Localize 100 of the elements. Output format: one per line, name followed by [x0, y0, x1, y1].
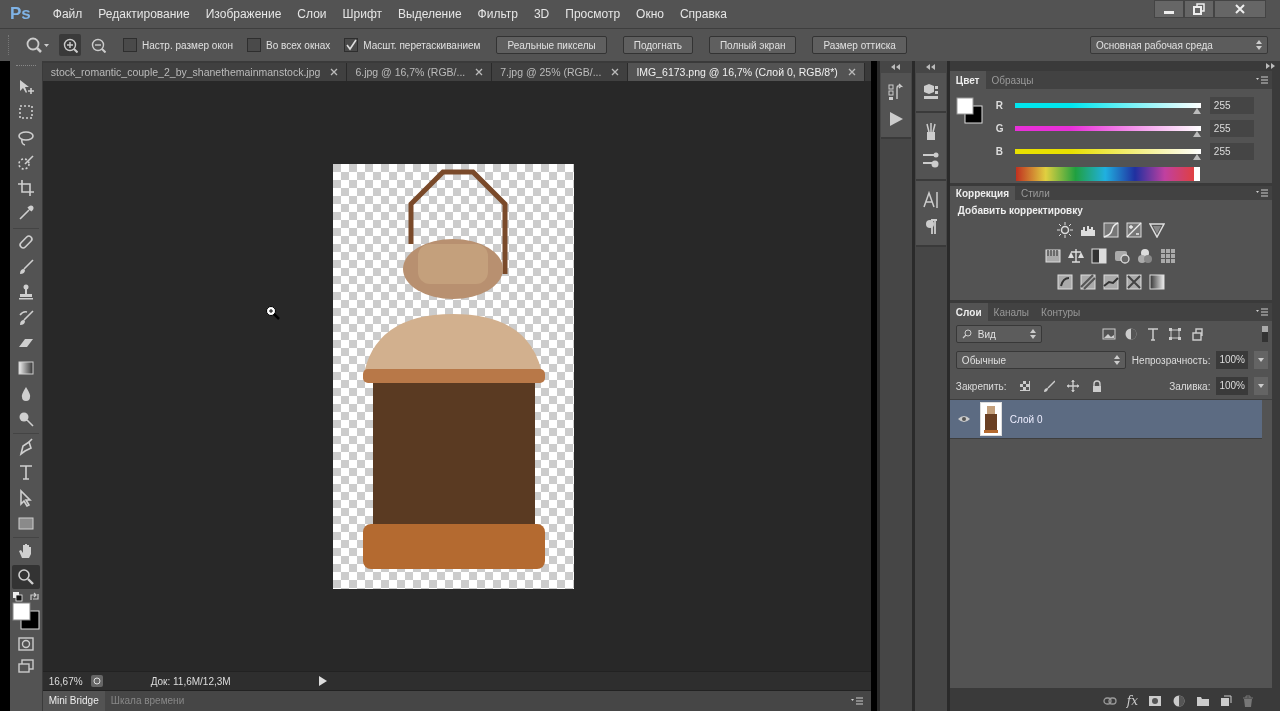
adjustment-circle-icon[interactable] [1172, 694, 1186, 708]
menu-item[interactable]: Шрифт [334, 7, 390, 21]
value-field[interactable]: 255 [1209, 120, 1254, 137]
half-square-icon[interactable] [1091, 248, 1108, 264]
sun-icon[interactable] [1056, 222, 1073, 238]
panel-tab[interactable]: Стили [1015, 186, 1056, 200]
lock-icon[interactable] [1090, 380, 1103, 392]
paragraph-icon[interactable] [924, 219, 938, 235]
blend-mode-dropdown[interactable]: Обычные [955, 351, 1126, 369]
play-icon[interactable] [888, 111, 905, 127]
slider-thumb[interactable] [1192, 154, 1201, 160]
menu-item[interactable]: Просмотр [557, 7, 629, 21]
value-field[interactable]: 255 [1209, 97, 1254, 114]
restore-button[interactable] [1184, 0, 1214, 18]
close-icon[interactable] [847, 68, 856, 76]
tool-button[interactable] [11, 564, 40, 589]
collapse-arrows-icon[interactable] [926, 64, 936, 70]
half-circle-icon[interactable] [1123, 327, 1138, 341]
layer-style-button[interactable]: fx [1126, 694, 1138, 708]
brush-icon[interactable] [1042, 380, 1055, 392]
three-circles-icon[interactable] [1137, 248, 1154, 264]
checkbox[interactable] [123, 38, 137, 52]
triangle-icon[interactable] [1148, 222, 1165, 238]
dropdown-button[interactable] [1254, 351, 1268, 369]
panel-tab[interactable]: Контуры [1035, 303, 1087, 321]
foreground-background-swatch-icon[interactable] [955, 97, 984, 125]
filter-dropdown[interactable]: Вид [955, 325, 1042, 343]
menu-item[interactable]: Изображение [197, 7, 290, 21]
image-filter-icon[interactable] [1101, 327, 1116, 341]
panel-menu-icon[interactable] [851, 697, 864, 705]
close-icon[interactable] [330, 68, 339, 76]
transform-icon[interactable] [1167, 327, 1182, 341]
panel-menu-icon[interactable] [1256, 308, 1268, 316]
layer-name[interactable]: Слой 0 [1009, 413, 1043, 425]
checkbox[interactable] [247, 38, 261, 52]
grid-icon[interactable] [1160, 248, 1177, 264]
menu-item[interactable]: Выделение [390, 7, 470, 21]
document-tab[interactable]: stock_romantic_couple_2_by_shanethemainmanstock.jpg [42, 63, 348, 81]
character-icon[interactable] [922, 191, 940, 209]
gradient-map-icon[interactable] [1148, 274, 1165, 290]
option-button[interactable]: Размер оттиска [812, 36, 907, 54]
folder-icon[interactable] [1196, 695, 1210, 707]
menu-item[interactable]: 3D [525, 7, 558, 21]
panel-tab[interactable]: Коррекция [949, 186, 1015, 200]
panel-menu-icon[interactable] [1256, 189, 1268, 197]
panel-tab[interactable]: Каналы [987, 303, 1036, 321]
checkbox[interactable] [344, 38, 359, 52]
layer-row[interactable]: Слой 0 [949, 400, 1262, 439]
fill-field[interactable]: 100% [1216, 377, 1248, 395]
menu-item[interactable]: Редактирование [90, 7, 198, 21]
mask-icon[interactable] [1148, 695, 1162, 707]
zoom-level[interactable]: 16,67% [48, 675, 83, 687]
move-arrows-icon[interactable] [1066, 380, 1079, 392]
option-button[interactable]: Реальные пикселы [496, 36, 607, 54]
close-icon[interactable] [475, 68, 484, 76]
zoom-icon[interactable] [25, 36, 49, 54]
close-button[interactable] [1214, 0, 1266, 18]
clone-source-icon[interactable] [922, 151, 940, 169]
menu-item[interactable]: Справка [671, 7, 736, 21]
expand-arrows-icon[interactable] [1266, 63, 1276, 69]
panel-tab[interactable]: Образцы [985, 71, 1040, 89]
minimize-button[interactable] [1154, 0, 1184, 18]
panel-tab[interactable]: Цвет [949, 71, 986, 89]
document-tab[interactable]: 7.jpg @ 25% (RGB/... [492, 63, 629, 81]
channel-label: B [995, 146, 1005, 157]
zoom-icon [16, 567, 35, 586]
document-tab[interactable]: 6.jpg @ 16,7% (RGB/... [347, 63, 493, 81]
eye-icon[interactable] [957, 415, 970, 423]
balance-scale-icon[interactable] [1068, 248, 1085, 264]
collapse-arrows-icon[interactable] [891, 64, 902, 70]
close-icon[interactable] [611, 68, 620, 76]
hue-bars-icon[interactable] [1045, 248, 1062, 264]
type-icon[interactable] [1145, 327, 1160, 341]
dropdown-button[interactable] [1254, 377, 1268, 395]
color-spectrum-bar[interactable] [1015, 167, 1200, 181]
menu-item[interactable]: Окно [628, 7, 672, 21]
link-icon[interactable] [1102, 696, 1117, 706]
zoom-in-button[interactable] [59, 34, 81, 56]
opacity-field[interactable]: 100% [1216, 351, 1248, 369]
document-tab[interactable]: IMG_6173.png @ 16,7% (Слой 0, RGB/8*) [628, 63, 865, 81]
screen-mode-icon[interactable] [16, 657, 35, 674]
panel-tab[interactable]: Mini Bridge [42, 691, 105, 711]
option-button[interactable]: Полный экран [708, 36, 797, 54]
value-field[interactable]: 255 [1209, 143, 1254, 160]
curve-square-icon[interactable] [1102, 222, 1119, 238]
option-button[interactable]: Подогнать [622, 36, 693, 54]
brush-circle-icon [16, 153, 35, 172]
play-icon[interactable] [318, 676, 327, 686]
workspace-dropdown[interactable]: Основная рабочая среда [1090, 36, 1268, 54]
trash-icon[interactable] [1242, 694, 1254, 708]
slider-thumb[interactable] [1192, 131, 1201, 137]
menu-item[interactable]: Фильтр [469, 7, 526, 21]
panel-tab[interactable]: Слои [949, 303, 988, 321]
info-icon[interactable] [90, 675, 103, 687]
menu-item[interactable]: Файл [44, 7, 91, 21]
menu-item[interactable]: Слои [289, 7, 335, 21]
slider-thumb[interactable] [1192, 108, 1201, 114]
panel-menu-icon[interactable] [1256, 76, 1268, 84]
new-layer-icon[interactable] [1220, 695, 1232, 707]
quick-mask-icon[interactable] [16, 635, 35, 652]
